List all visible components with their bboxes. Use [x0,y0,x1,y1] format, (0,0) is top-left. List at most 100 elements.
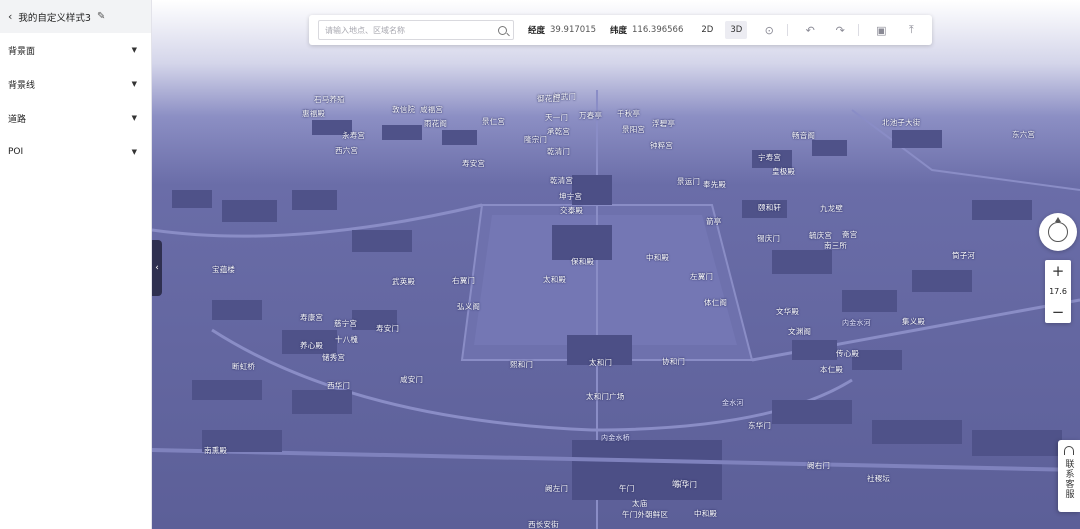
map-label[interactable]: 中和殿 [646,252,669,263]
map-label[interactable]: 皇极殿 [772,166,795,177]
map-label[interactable]: 宁寿宫 [758,152,781,163]
undo-icon[interactable]: ↶ [802,22,818,38]
locate-icon[interactable]: ⊙ [761,22,777,38]
map-label[interactable]: 武英殿 [392,276,415,287]
map-label[interactable]: 乾清门 [547,146,570,157]
map-label[interactable]: 雨花阁 [424,118,447,129]
sidebar-item-background-fill[interactable]: 背景面 ▼ [0,33,151,67]
map-label[interactable]: 咸福宫 [420,104,443,115]
map-label[interactable]: 石马养殖 [314,94,345,105]
map-label[interactable]: 传心殿 [836,348,859,359]
map-render [152,0,1080,529]
map-label[interactable]: 万春亭 [579,110,602,121]
map-canvas[interactable]: 石马养殖 惠福殿 敦信院 咸福宫 永寿宫 景仁宫 景阳宫 寿安宫 承乾宫 钟粹宫… [152,0,1080,529]
map-label[interactable]: 承乾宫 [547,126,570,137]
map-label[interactable]: 颐和轩 [758,202,781,213]
map-label[interactable]: 文渊阁 [788,326,811,337]
map-label[interactable]: 养心殿 [300,340,323,351]
search-icon[interactable] [498,25,507,35]
map-label[interactable]: 寿安宫 [462,158,485,169]
map-label[interactable]: 景仁宫 [482,116,505,127]
map-label[interactable]: 箭亭 [706,216,721,227]
map-label[interactable]: 弘义阁 [457,301,480,312]
map-label[interactable]: 太和门广场 [586,391,625,402]
map-label[interactable]: 集义殿 [902,316,925,327]
map-label[interactable]: 奉先殿 [703,179,726,190]
edit-icon[interactable]: ✎ [97,11,105,22]
map-label[interactable]: 交泰殿 [560,205,583,216]
map-label[interactable]: 内金水河 [842,318,871,328]
publish-icon[interactable]: ⤒ [903,22,919,38]
map-label[interactable]: 文华殿 [776,306,799,317]
map-label[interactable]: 筒子河 [952,250,975,261]
sidebar-item-roads[interactable]: 道路 ▼ [0,101,151,135]
search-box[interactable] [318,20,514,40]
map-label[interactable]: 敦信院 [392,104,415,115]
sidebar-item-poi[interactable]: POI ▼ [0,135,151,169]
map-label[interactable]: 太庙 [632,498,647,509]
map-label[interactable]: 阙右门 [807,460,830,471]
map-label[interactable]: 右翼门 [452,275,475,286]
map-label[interactable]: 南三所 [824,240,847,251]
redo-icon[interactable]: ↷ [832,22,848,38]
map-label[interactable]: 浮碧亭 [652,118,675,129]
map-label[interactable]: 内金水桥 [601,433,630,443]
sidebar-item-background-line[interactable]: 背景线 ▼ [0,67,151,101]
map-label[interactable]: 太和门 [589,357,612,368]
map-label[interactable]: 畅音阁 [792,130,815,141]
map-label[interactable]: 中和殿 [694,508,717,519]
map-label[interactable]: 太和殿 [543,274,566,285]
3d-view-button[interactable]: 3D [725,21,748,39]
2d-view-button[interactable]: 2D [697,22,717,38]
map-label[interactable]: 西长安街 [528,519,559,529]
map-label[interactable]: 午门外朝鲜区 [622,509,668,520]
map-label[interactable]: 千秋亭 [617,108,640,119]
map-label[interactable]: 东华门 [748,420,771,431]
map-label[interactable]: 景运门 [677,176,700,187]
map-label[interactable]: 九龙壁 [820,203,843,214]
map-label[interactable]: 乾清宫 [550,175,573,186]
map-label[interactable]: 东六宫 [1012,129,1035,140]
map-label[interactable]: 西六宫 [335,145,358,156]
map-label[interactable]: 慈宁宫 [334,318,357,329]
compass-control[interactable] [1039,213,1077,251]
map-label[interactable]: 北池子大街 [882,117,921,128]
map-label[interactable]: 锡庆门 [757,233,780,244]
map-label[interactable]: 本仁殿 [820,364,843,375]
map-label[interactable]: 景阳宫 [622,124,645,135]
map-label[interactable]: 储秀宫 [322,352,345,363]
map-label[interactable]: 午门 [619,483,634,494]
map-label[interactable]: 斋宫 [842,229,857,240]
map-label[interactable]: 体仁阁 [704,297,727,308]
back-icon[interactable]: ‹ [8,10,12,23]
map-label[interactable]: 保和殿 [571,256,594,267]
map-label[interactable]: 宝蕴楼 [212,264,235,275]
map-label[interactable]: 寿康宫 [300,312,323,323]
save-icon[interactable]: ▣ [873,22,889,38]
map-label[interactable]: 咸安门 [400,374,423,385]
map-label[interactable]: 南熏殿 [204,445,227,456]
map-label[interactable]: 神武门 [553,91,576,102]
map-label[interactable]: 十八槐 [335,334,358,345]
map-label[interactable]: 熙和门 [510,359,533,370]
map-label[interactable]: 西华门 [327,380,350,391]
map-label[interactable]: 阙左门 [545,483,568,494]
zoom-out-button[interactable]: − [1052,304,1065,320]
map-label[interactable]: 坤宁宫 [559,191,582,202]
zoom-in-button[interactable]: + [1052,263,1065,279]
map-label[interactable]: 金水河 [722,398,744,408]
map-label[interactable]: 左翼门 [690,271,713,282]
map-label[interactable]: 惠福殿 [302,108,325,119]
map-label[interactable]: 天一门 [545,112,568,123]
map-label[interactable]: 寿安门 [376,323,399,334]
map-label[interactable]: 社稷坛 [867,473,890,484]
map-label[interactable]: 东华门 [674,479,697,490]
map-label[interactable]: 永寿宫 [342,130,365,141]
search-input[interactable] [325,25,498,35]
map-label[interactable]: 断虹桥 [232,361,255,372]
map-label[interactable]: 协和门 [662,356,685,367]
collapse-sidebar-button[interactable]: ‹ [152,240,162,296]
contact-support-button[interactable]: 联系客服 [1058,440,1080,512]
map-label[interactable]: 隆宗门 [524,134,547,145]
map-label[interactable]: 钟粹宫 [650,140,673,151]
